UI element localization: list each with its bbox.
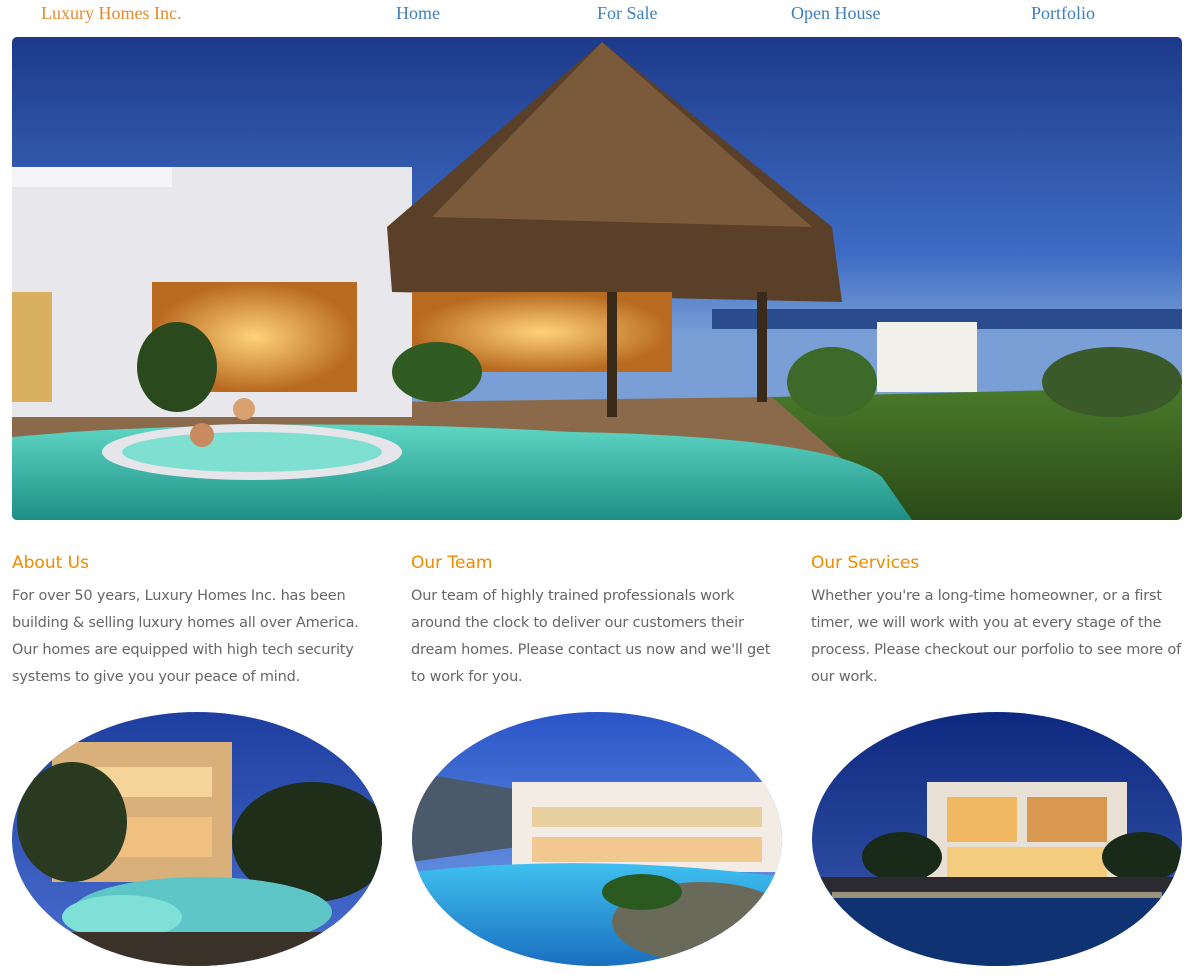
about-us-section: About Us For over 50 years, Luxury Homes… bbox=[12, 550, 382, 691]
our-team-section: Our Team Our team of highly trained prof… bbox=[411, 550, 781, 691]
our-team-heading: Our Team bbox=[411, 553, 493, 573]
our-team-text: Our team of highly trained professionals… bbox=[411, 588, 771, 685]
nav-link-portfolio[interactable]: Portfolio bbox=[1031, 3, 1095, 24]
our-services-heading: Our Services bbox=[811, 553, 920, 573]
resort-pool-image bbox=[412, 712, 782, 966]
nav-link-open-house[interactable]: Open House bbox=[791, 3, 880, 24]
nav-link-for-sale[interactable]: For Sale bbox=[597, 3, 658, 24]
nav-link-home[interactable]: Home bbox=[396, 3, 440, 24]
our-services-text: Whether you're a long-time homeowner, or… bbox=[811, 588, 1181, 685]
top-navigation: Luxury Homes Inc. Home For Sale Open Hou… bbox=[0, 0, 1196, 30]
about-us-text: For over 50 years, Luxury Homes Inc. has… bbox=[12, 588, 359, 685]
mansion-pool-image bbox=[12, 712, 382, 966]
hero-image bbox=[12, 37, 1182, 520]
brand-logo-link[interactable]: Luxury Homes Inc. bbox=[41, 3, 181, 24]
about-us-heading: About Us bbox=[12, 553, 89, 573]
our-services-section: Our Services Whether you're a long-time … bbox=[811, 550, 1181, 691]
waterfront-house-image bbox=[812, 712, 1182, 966]
